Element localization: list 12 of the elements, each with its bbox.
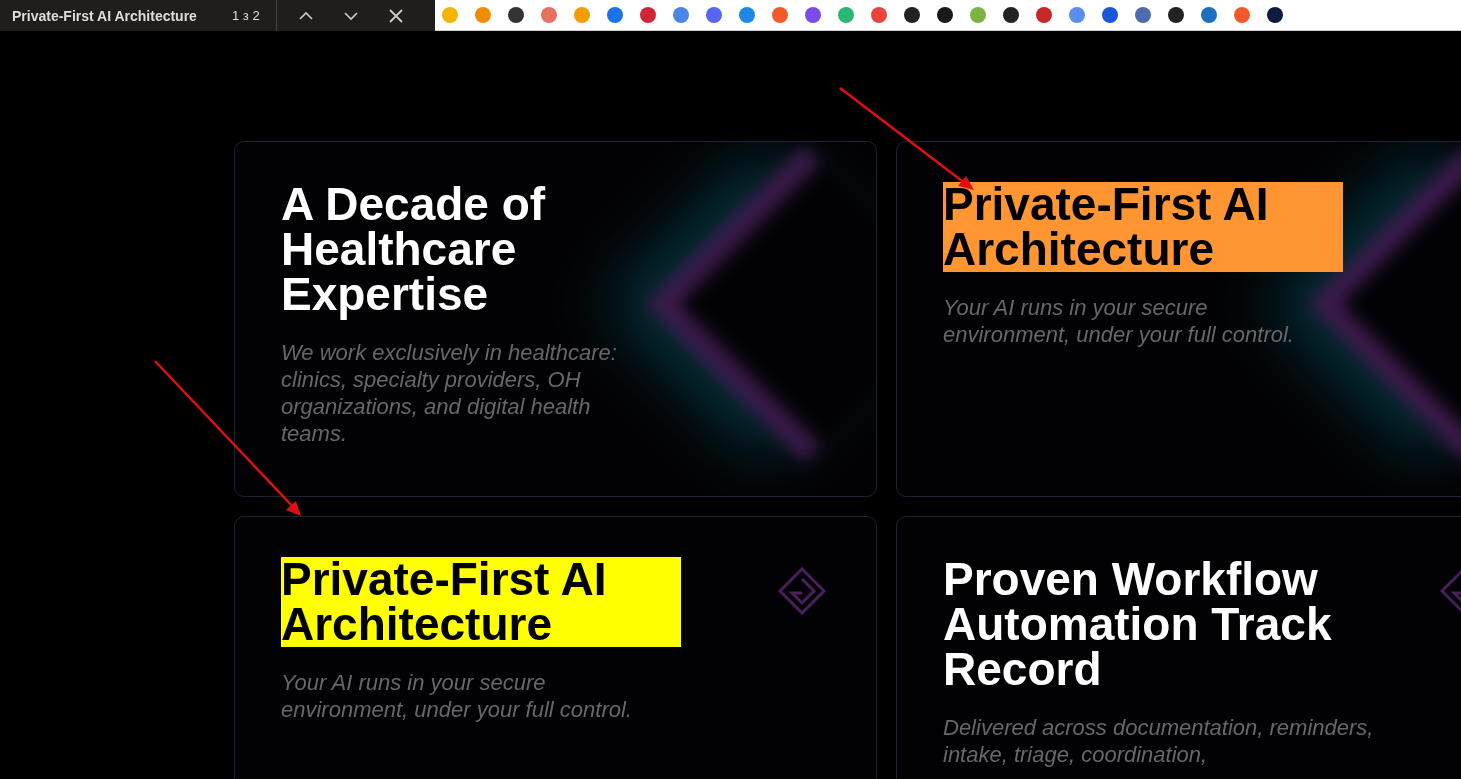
chevron-up-icon — [298, 10, 313, 21]
find-query[interactable]: Private-First AI Architecture — [0, 7, 232, 24]
close-icon — [388, 8, 403, 23]
card-description: Your AI runs in your secure environment, under your full control. — [943, 294, 1295, 348]
card-title: Private-First AI Architecture — [943, 182, 1343, 272]
card-description: Your AI runs in your secure environment, under your full control. — [281, 669, 633, 723]
card-title: Private-First AI Architecture — [281, 557, 681, 647]
card-description: Delivered across documentation, reminders, intake, triage, coordination, — [943, 714, 1375, 768]
match-count: 1 з 2 — [232, 8, 261, 23]
card-description: We work exclusively in healthcare: clinics, specialty providers, OH organizations, and digital health teams. — [281, 339, 618, 447]
chevron-down-icon — [343, 10, 358, 21]
card-title: Proven Workflow Automation Track Record — [943, 557, 1333, 692]
